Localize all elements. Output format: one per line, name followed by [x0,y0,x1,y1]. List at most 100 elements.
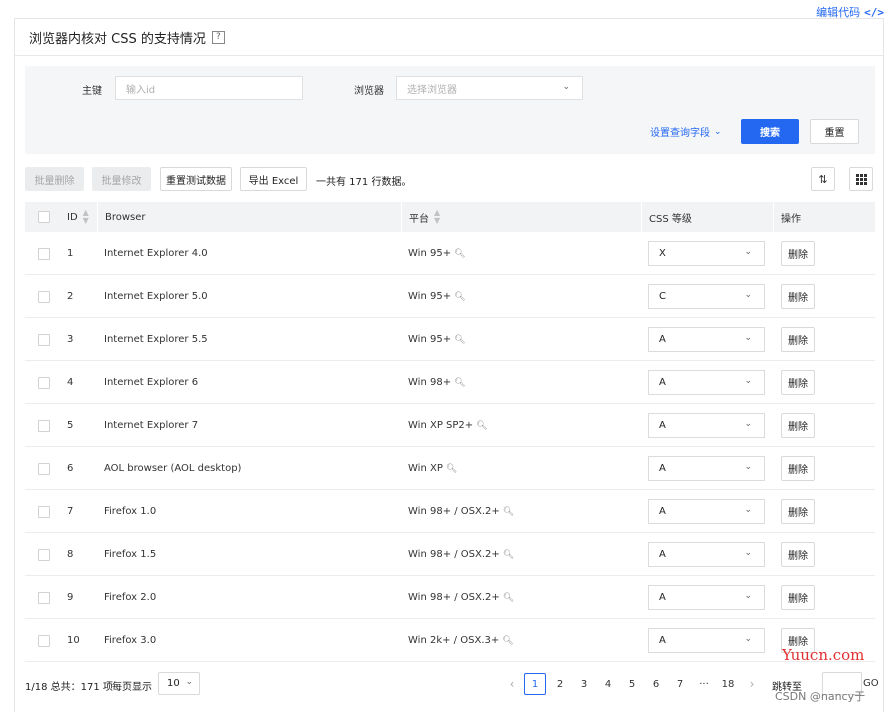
row-checkbox[interactable] [38,548,50,561]
reset-test-data-button[interactable]: 重置测试数据 [160,167,232,191]
css-grade-select[interactable]: A ⌄ [648,327,765,352]
table-row: 4 Internet Explorer 6 Win 98+ 🔍︎ A ⌄ 删除 [25,361,875,404]
css-grade-select[interactable]: A ⌄ [648,628,765,653]
row-checkbox[interactable] [38,419,50,432]
cell-platform: Win XP 🔍︎ [408,447,457,490]
set-query-fields-label: 设置查询字段 [650,128,710,139]
sort-toggle-icon[interactable]: ⇅ [811,167,835,191]
reset-button[interactable]: 重置 [810,119,859,144]
table-body: 1 Internet Explorer 4.0 Win 95+ 🔍︎ X ⌄ 删除 2 Inte… [25,232,875,662]
export-excel-button[interactable]: 导出 Excel [240,167,307,191]
css-grade-select[interactable]: C ⌄ [648,284,765,309]
delete-button[interactable]: 删除 [781,370,815,395]
page-number[interactable]: 5 [621,673,643,695]
cell-platform: Win XP SP2+ 🔍︎ [408,404,488,447]
cell-platform: Win 98+ / OSX.2+ 🔍︎ [408,576,514,619]
cell-id: 9 [67,592,74,603]
page-number[interactable]: 18 [717,673,739,695]
query-form: 主键 输入id 浏览器 选择浏览器 ⌄ 设置查询字段 ⌄ 搜索 重置 [25,66,875,154]
zoom-in-icon[interactable]: 🔍︎ [454,378,465,388]
zoom-in-icon[interactable]: 🔍︎ [503,507,514,517]
page-number[interactable]: 6 [645,673,667,695]
css-grade-value: C [659,291,666,302]
delete-button[interactable]: 删除 [781,327,815,352]
search-button[interactable]: 搜索 [741,119,799,144]
css-grade-select[interactable]: A ⌄ [648,542,765,567]
cell-browser: Internet Explorer 7 [104,420,199,431]
page-number[interactable]: 7 [669,673,691,695]
page-number[interactable]: 1 [524,673,546,695]
cell-platform-text: Win 98+ / OSX.2+ [408,549,500,560]
delete-button[interactable]: 删除 [781,284,815,309]
next-page-icon[interactable]: › [741,673,763,695]
zoom-in-icon[interactable]: 🔍︎ [454,335,465,345]
zoom-in-icon[interactable]: 🔍︎ [502,636,513,646]
go-button[interactable]: GO [863,678,879,689]
page-number[interactable]: 3 [573,673,595,695]
row-checkbox[interactable] [38,634,50,647]
zoom-in-icon[interactable]: 🔍︎ [454,292,465,302]
cell-platform-text: Win 95+ [408,334,452,345]
row-checkbox[interactable] [38,290,50,303]
th-id[interactable]: ID ▲ ▼ [67,202,89,232]
total-count-text: 一共有 171 行数据。 [316,177,412,188]
chevron-down-icon: ⌄ [562,82,570,92]
set-query-fields-link[interactable]: 设置查询字段 ⌄ [650,124,722,140]
cell-platform-text: Win 95+ [408,248,452,259]
row-checkbox[interactable] [38,505,50,518]
css-grade-select[interactable]: A ⌄ [648,456,765,481]
per-page-label: 每页显示 [112,682,152,693]
cell-id: 10 [67,635,80,646]
css-grade-select[interactable]: A ⌄ [648,370,765,395]
table-toolbar: 批量删除 批量修改 重置测试数据 导出 Excel 一共有 171 行数据。 ⇅ [25,167,875,193]
cell-browser: Internet Explorer 6 [104,377,199,388]
css-grade-value: A [659,334,666,345]
row-checkbox[interactable] [38,462,50,475]
zoom-in-icon[interactable]: 🔍︎ [503,550,514,560]
delete-button[interactable]: 删除 [781,241,815,266]
css-grade-select[interactable]: A ⌄ [648,585,765,610]
batch-delete-button[interactable]: 批量删除 [25,167,84,191]
zoom-in-icon[interactable]: 🔍︎ [476,421,487,431]
prev-page-icon[interactable]: ‹ [501,673,523,695]
pagination-summary: 1/18 总共：171 项 [25,682,113,693]
delete-button[interactable]: 删除 [781,499,815,524]
row-checkbox[interactable] [38,591,50,604]
th-css-grade-label: CSS 等级 [649,213,692,225]
column-grid-icon[interactable] [849,167,873,191]
watermark-author: CSDN @nancy于 [775,690,866,703]
cell-id: 1 [67,248,74,259]
cell-platform-text: Win 2k+ / OSX.3+ [408,635,500,646]
delete-button[interactable]: 删除 [781,585,815,610]
page-number[interactable]: 4 [597,673,619,695]
chevron-down-icon: ⌄ [185,677,193,687]
row-checkbox[interactable] [38,333,50,346]
css-grade-value: A [659,377,666,388]
delete-button[interactable]: 删除 [781,542,815,567]
page-number[interactable]: 2 [549,673,571,695]
delete-button[interactable]: 删除 [781,413,815,438]
zoom-in-icon[interactable]: 🔍︎ [446,464,457,474]
css-grade-select[interactable]: X ⌄ [648,241,765,266]
cell-platform: Win 98+ / OSX.2+ 🔍︎ [408,490,514,533]
per-page-select[interactable]: 10 ⌄ [158,672,200,695]
zoom-in-icon[interactable]: 🔍︎ [503,593,514,603]
batch-edit-button[interactable]: 批量修改 [92,167,151,191]
css-grade-select[interactable]: A ⌄ [648,413,765,438]
row-checkbox[interactable] [38,247,50,260]
cell-platform-text: Win 95+ [408,291,452,302]
select-all-checkbox[interactable] [38,211,50,223]
help-icon[interactable]: ? [211,30,225,44]
th-platform[interactable]: 平台 ▲ ▼ [409,202,440,232]
cell-id: 5 [67,420,74,431]
chevron-down-icon: ⌄ [744,290,752,300]
delete-button[interactable]: 删除 [781,456,815,481]
panel-header: 浏览器内核对 CSS 的支持情况 ? [15,19,883,56]
id-input[interactable]: 输入id [115,76,303,100]
zoom-in-icon[interactable]: 🔍︎ [454,249,465,259]
css-grade-select[interactable]: A ⌄ [648,499,765,524]
pagination-bar: 1/18 总共：171 项 每页显示 10 ⌄ ‹ 1 2 3 4 5 6 7 ··· 18 ›… [25,670,879,698]
cell-platform-text: Win 98+ [408,377,452,388]
row-checkbox[interactable] [38,376,50,389]
browser-select[interactable]: 选择浏览器 ⌄ [396,76,583,100]
